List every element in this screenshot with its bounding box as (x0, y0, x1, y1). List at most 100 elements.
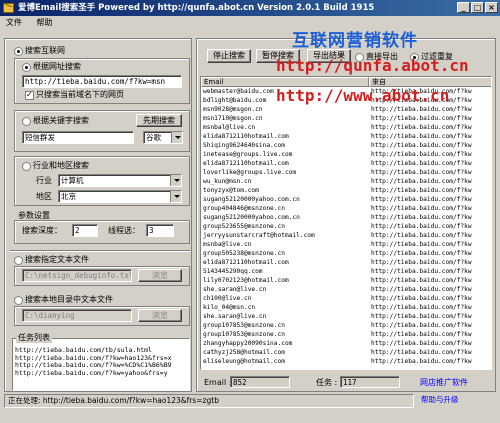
local-dir-radio[interactable] (14, 296, 23, 305)
close-button[interactable]: × (485, 2, 498, 13)
email-cell: msnbal@live.cn (203, 124, 256, 131)
source-cell: http://tieba.baidu.com/f?kw (371, 331, 472, 338)
stop-search-button[interactable]: 停止搜索 (207, 49, 251, 63)
source-cell: http://tieba.baidu.com/f?kw (371, 169, 472, 176)
menu-help[interactable]: 帮助 (31, 16, 59, 30)
task-count-label: 任务 : (316, 378, 338, 387)
table-row[interactable]: cathyzj258@hotmail.com http://tieba.baidu… (201, 349, 491, 357)
source-cell: http://tieba.baidu.com/f?kw (371, 196, 472, 203)
table-row[interactable]: sugang52120000yahoo.com.cn http://tieba.b… (201, 196, 491, 204)
table-row[interactable]: elida8712110hotmail.com http://tieba.baid… (201, 259, 491, 267)
chevron-down-icon[interactable] (170, 191, 181, 202)
promo-link[interactable]: 网店推广软件 (420, 378, 468, 388)
table-row[interactable]: she.saran@live.cn http://tieba.baidu.com/… (201, 313, 491, 321)
by-url-label: 根据网址搜索 (33, 62, 81, 71)
pre-search-button[interactable]: 先期搜索 (136, 114, 182, 127)
keyword-input[interactable]: 短信群发 (22, 131, 134, 144)
table-row[interactable]: msn1710@msgon.cn http://tieba.baidu.com/f… (201, 115, 491, 123)
table-row[interactable]: msn9028@msgon.cn http://tieba.baidu.com/f… (201, 106, 491, 114)
source-cell: http://tieba.baidu.com/f?kw (371, 124, 472, 131)
email-cell: 5143445290qq.com (203, 268, 263, 275)
email-cell: kilo_04@msn.cn (203, 304, 256, 311)
table-row[interactable]: group107853@msnzone.cn http://tieba.baidu… (201, 331, 491, 339)
chevron-down-icon[interactable] (170, 175, 181, 186)
table-row[interactable]: group505238@msnzone.cn http://tieba.baidu… (201, 250, 491, 258)
internet-radio[interactable] (14, 47, 23, 56)
table-row[interactable]: msnba@live.cn http://tieba.baidu.com/f?kw (201, 241, 491, 249)
industry-region-radio[interactable] (22, 162, 31, 171)
table-row[interactable]: she.saran@live.cn http://tieba.baidu.com/… (201, 286, 491, 294)
local-dir-browse-button[interactable]: 浏览 (138, 309, 182, 322)
source-cell: http://tieba.baidu.com/f?kw (371, 349, 472, 356)
table-row[interactable]: ch100@live.cn http://tieba.baidu.com/f?kw (201, 295, 491, 303)
email-cell: group505238@msnzone.cn (203, 250, 285, 257)
minimize-button[interactable]: _ (457, 2, 470, 13)
email-cell: lily0702123@hotmail.com (203, 277, 289, 284)
source-cell: http://tieba.baidu.com/f?kw (371, 340, 472, 347)
text-file-radio[interactable] (14, 256, 23, 265)
region-select[interactable]: 北京 (58, 190, 182, 203)
mail-app-icon (3, 3, 14, 13)
watermark-title: 互联网营销软件 (292, 31, 418, 51)
by-keyword-radio[interactable] (22, 117, 31, 126)
depth-label: 搜索深度： (22, 226, 62, 235)
title-bar: 爱博Email搜索圣手 Powered by http://qunfa.abot… (0, 0, 500, 16)
email-cell: group523655@msnzone.cn (203, 223, 285, 230)
table-row[interactable]: msnbal@live.cn http://tieba.baidu.com/f?k… (201, 124, 491, 132)
table-row[interactable]: Shiqing9624640sina.com http://tieba.baidu… (201, 142, 491, 150)
table-row[interactable]: loverlike@groups.live.com http://tieba.ba… (201, 169, 491, 177)
watermark-url-1: http://qunfa.abot.cn (276, 56, 469, 75)
table-row[interactable]: jerryysunstarcraft@hotmail.com http://tie… (201, 232, 491, 240)
email-cell: msn1710@msgon.cn (203, 115, 263, 122)
email-cell: elida8712110hotmail.com (203, 259, 289, 266)
table-row[interactable]: group107853@msnzone.cn http://tieba.baidu… (201, 322, 491, 330)
table-row[interactable]: eliseleung@hotmail.com http://tieba.baidu… (201, 358, 491, 366)
email-count-label: Email : (204, 378, 232, 387)
source-cell: http://tieba.baidu.com/f?kw (371, 187, 472, 194)
email-cell: she.saran@live.cn (203, 286, 267, 293)
email-cell: Shiqing9624640sina.com (203, 142, 285, 149)
email-cell: group107853@msnzone.cn (203, 331, 285, 338)
source-cell: http://tieba.baidu.com/f?kw (371, 115, 472, 122)
email-cell: group107853@msnzone.cn (203, 322, 285, 329)
text-file-path[interactable]: C:\netsign_debuginfo.txt (22, 269, 132, 282)
text-file-browse-button[interactable]: 浏览 (138, 269, 182, 282)
maximize-button[interactable]: □ (471, 2, 484, 13)
table-row[interactable]: kilo_04@msn.cn http://tieba.baidu.com/f?k… (201, 304, 491, 312)
source-cell: http://tieba.baidu.com/f?kw (371, 313, 472, 320)
email-cell: eliseleung@hotmail.com (203, 358, 285, 365)
depth-input[interactable]: 2 (72, 224, 98, 237)
source-cell: http://tieba.baidu.com/f?kw (371, 106, 472, 113)
industry-select[interactable]: 计算机 (58, 174, 182, 187)
source-cell: http://tieba.baidu.com/f?kw (371, 250, 472, 257)
by-url-radio[interactable] (22, 63, 31, 72)
task-list[interactable]: http://tieba.baidu.com/tb/sula.html http… (12, 338, 190, 391)
industry-region-label: 行业和地区搜索 (33, 161, 89, 170)
table-row[interactable]: sugang52120000yahoo.com.cn http://tieba.b… (201, 214, 491, 222)
results-grid[interactable]: Email 来自 webmaster@baidu.com http://tieba… (200, 76, 492, 370)
table-row[interactable]: tonyzyx@tom.com http://tieba.baidu.com/f?… (201, 187, 491, 195)
menu-file[interactable]: 文件 (0, 16, 28, 30)
chevron-down-icon[interactable] (171, 132, 182, 143)
table-row[interactable]: group404846@msnzone.cn http://tieba.baidu… (201, 205, 491, 213)
source-cell: http://tieba.baidu.com/f?kw (371, 205, 472, 212)
table-row[interactable]: elida8712110hotmail.com http://tieba.baid… (201, 133, 491, 141)
watermark-url-2: http://www.abot.cn (276, 86, 450, 105)
engine-select[interactable]: 谷歌 (143, 131, 183, 144)
help-upgrade-link[interactable]: 帮助与升级 (418, 394, 496, 408)
table-row[interactable]: inetease@groups.live.com http://tieba.bai… (201, 151, 491, 159)
task-list-item[interactable]: http://tieba.baidu.com/f?kw=yahoo&frs=y (15, 369, 187, 378)
same-domain-checkbox[interactable] (25, 90, 34, 100)
source-cell: http://tieba.baidu.com/f?kw (371, 295, 472, 302)
table-row[interactable]: 5143445290qq.com http://tieba.baidu.com/f… (201, 268, 491, 276)
threads-input[interactable]: 3 (146, 224, 174, 237)
table-row[interactable]: lily0702123@hotmail.com http://tieba.baid… (201, 277, 491, 285)
table-row[interactable]: group523655@msnzone.cn http://tieba.baidu… (201, 223, 491, 231)
region-label: 地区 (36, 192, 52, 201)
task-list-title: 任务列表 (16, 333, 52, 343)
table-row[interactable]: wu_kun@msn.cn http://tieba.baidu.com/f?kw (201, 178, 491, 186)
local-dir-path[interactable]: C:\dianying (22, 309, 132, 322)
url-input[interactable]: http://tieba.baidu.com/f?kw=msn (22, 75, 182, 88)
table-row[interactable]: elida8712110hotmail.com http://tieba.baid… (201, 160, 491, 168)
table-row[interactable]: zhangyhappy20090sina.com http://tieba.bai… (201, 340, 491, 348)
